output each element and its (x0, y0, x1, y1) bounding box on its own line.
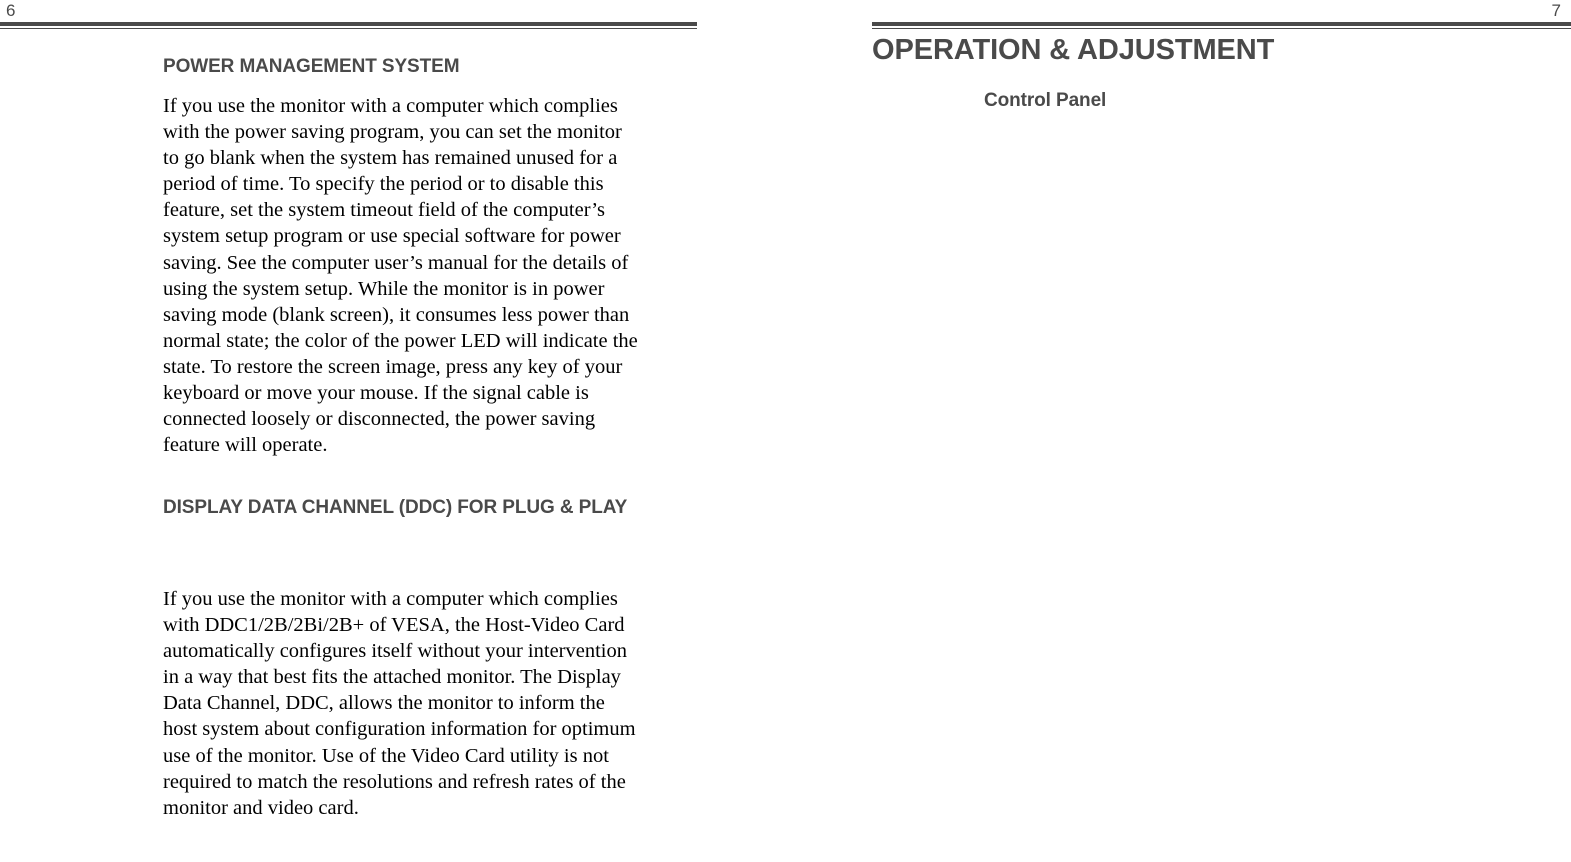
heading-display-data-channel: DISPLAY DATA CHANNEL (DDC) FOR PLUG & PL… (163, 496, 703, 520)
text-line: If you use the monitor with a computer w… (163, 95, 618, 117)
text-line: period of time. To specify the period or… (163, 173, 604, 196)
text-line: feature will operate. (163, 434, 328, 457)
text-line: If you use the monitor with a computer w… (163, 588, 618, 610)
text-line: connected loosely or disconnected, the p… (163, 408, 596, 431)
chapter-title: OPERATION & ADJUSTMENT (872, 34, 1275, 66)
text-line: using the system setup. While the monito… (163, 277, 605, 300)
paragraph-display-data-channel: If you use the monitor with a computer w… (163, 586, 708, 821)
paragraph-power-management: If you use the monitor with a computer w… (163, 93, 708, 458)
heading-line: PLAY (578, 497, 628, 518)
text-line: monitor and video card. (163, 796, 359, 819)
text-line: Data Channel, DDC, allows the monitor to… (163, 692, 605, 715)
page-number-left: 6 (6, 1, 16, 20)
text-line: in a way that best fits the attached mon… (163, 666, 621, 689)
heading-line: DISPLAY DATA CHANNEL (DDC) FOR PLUG & (163, 497, 574, 518)
text-line: saving. See the computer user’s manual f… (163, 251, 629, 274)
text-line: system setup program or use special soft… (163, 225, 621, 248)
header-rule-thin (872, 28, 1571, 29)
text-line: state. To restore the screen image, pres… (163, 355, 623, 378)
text-line: to go blank when the system has remained… (163, 147, 618, 170)
header-rule-left (0, 22, 697, 29)
text-line: required to match the resolutions and re… (163, 770, 626, 793)
page-number-right: 7 (1551, 1, 1561, 20)
text-line: host system about configuration informat… (163, 718, 636, 741)
page-left: 6 POWER MANAGEMENT SYSTEM If you use the… (0, 0, 760, 826)
text-line: saving mode (blank screen), it consumes … (163, 303, 630, 326)
text-line: keyboard or move your mouse. If the sign… (163, 382, 589, 405)
text-line: with the power saving program, you can s… (163, 121, 622, 144)
text-line: automatically configures itself without … (163, 640, 627, 663)
section-title-control-panel: Control Panel (984, 90, 1107, 111)
text-line: with DDC1/2B/2Bi/2B+ of VESA, the Host-V… (163, 614, 625, 637)
heading-power-management: POWER MANAGEMENT SYSTEM (163, 56, 460, 77)
header-rule-right (872, 22, 1571, 29)
page-right: 7 OPERATION & ADJUSTMENT Control Panel B… (760, 0, 1571, 826)
text-line: feature, set the system timeout field of… (163, 199, 605, 222)
text-line: use of the monitor. Use of the Video Car… (163, 744, 609, 767)
text-line: normal state; the color of the power LED… (163, 329, 638, 352)
header-rule-thin (0, 28, 697, 29)
